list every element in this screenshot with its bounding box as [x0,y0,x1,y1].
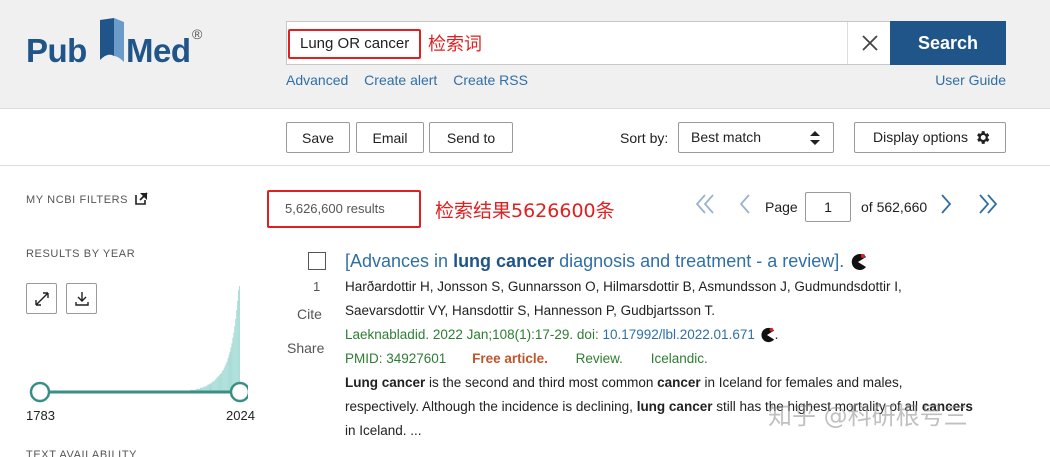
last-page-icon[interactable] [977,193,999,215]
year-start-handle[interactable] [29,381,51,403]
histogram-bar [228,354,230,392]
results-by-year-chart[interactable] [24,280,248,405]
histogram-bar [232,337,234,392]
histogram-bar [233,332,235,392]
first-page-icon[interactable] [694,193,716,215]
histogram-bar [219,375,220,392]
results-count-annotation: 检索结果5626600条 [435,200,615,222]
doi-link[interactable]: 10.17992/lbl.2022.01.671 [602,327,754,342]
histogram-bar [215,379,217,392]
article-language: Icelandic. [650,351,708,366]
search-term-annotation: 检索词 [428,34,482,55]
histogram-bar [218,376,220,392]
year-start-label: 1783 [26,408,55,423]
share-button[interactable]: Share [287,340,324,356]
display-options-button[interactable]: Display options [854,122,1006,153]
title-highlight: lung cancer [453,251,555,271]
result-select-checkbox[interactable] [308,252,326,270]
histogram-bar [221,370,223,392]
result-citation: Laeknabladid. 2022 Jan;108(1):17-29. doi… [345,327,779,343]
page-number-input[interactable]: 1 [805,192,851,222]
page-total: of 562,660 [861,199,928,215]
year-end-label: 2024 [226,408,255,423]
save-button[interactable]: Save [286,122,350,153]
histogram-bar [231,343,233,392]
create-alert-link[interactable]: Create alert [364,72,437,88]
histogram-bar [223,367,225,392]
histogram-bar [236,310,238,392]
histogram-bar [220,372,222,392]
histogram-bar [213,381,215,392]
sort-arrows-icon [810,131,820,145]
header: Pub Med ® Lung OR cancer 检索词 Search Adva… [0,0,1050,109]
free-article-badge: Free article. [472,351,548,366]
histogram-bar [212,381,214,392]
search-button[interactable]: Search [890,21,1006,65]
histogram-bar [227,358,229,392]
gear-icon [977,131,990,144]
result-number: 1 [313,279,321,294]
my-ncbi-filters-title[interactable]: MY NCBI FILTERS [26,194,128,206]
sort-value: Best match [691,129,762,145]
results-by-year-title: RESULTS BY YEAR [26,248,136,260]
histogram-bar [226,361,228,392]
pmid: PMID: 34927601 [345,351,447,366]
create-rss-link[interactable]: Create RSS [453,72,528,88]
logo-pub: Pub [26,32,87,69]
logo-bookmark-icon [100,18,124,62]
result-snippet-line-3: in Iceland. ... [345,423,422,438]
cite-button[interactable]: Cite [297,306,322,322]
histogram-bar [214,380,216,392]
results-count: 5,626,600 results [267,190,421,228]
page-label: Page [765,199,798,215]
histogram-bar [229,351,231,392]
pubmed-logo[interactable]: Pub Med ® [26,18,216,72]
histogram-bar [239,286,240,392]
result-authors-line-2: Saevarsdottir VY, Hansdottir S, Hannesso… [345,303,715,318]
histogram-bar [216,378,218,392]
histogram-bar [217,377,219,392]
user-guide-link[interactable]: User Guide [935,72,1006,88]
sort-select[interactable]: Best match [678,122,834,153]
result-title-link[interactable]: [Advances in lung cancer diagnosis and t… [345,251,867,272]
histogram-bar [222,369,224,392]
histogram-bar [235,318,237,392]
action-bar: Save Email Send to Sort by: Best match D… [0,109,1050,166]
advanced-link[interactable]: Advanced [286,72,348,88]
send-to-button[interactable]: Send to [429,122,513,153]
result-meta: PMID: 34927601 Free article. Review. Ice… [345,351,708,366]
result-authors-line-1: Harðardottir H, Jonsson S, Gunnarsson O,… [345,279,902,294]
histogram-bar [230,347,232,392]
external-link-icon[interactable] [135,192,148,205]
article-type: Review. [575,351,623,366]
histogram-bar [238,290,240,392]
year-end-handle[interactable] [229,381,248,403]
sort-label: Sort by: [620,130,669,146]
histogram-bar [234,326,236,392]
text-availability-title: TEXT AVAILABILITY [26,449,138,457]
display-options-label: Display options [873,129,968,145]
close-icon [861,35,878,51]
previous-page-icon[interactable] [737,193,753,215]
histogram-bar [224,365,226,392]
histogram-bar [225,363,227,392]
next-page-icon[interactable] [938,193,954,215]
logo-med: Med [126,32,191,69]
watermark: 知乎 @科研根号三 [768,402,968,430]
histogram-bar [220,373,221,392]
pacman-icon [852,254,867,271]
registered-mark: ® [192,26,203,42]
pacman-icon [761,328,774,343]
search-sub-links: Advanced Create alert Create RSS [286,72,540,88]
clear-search-button[interactable] [847,22,891,64]
result-snippet-line-1: Lung cancer is the second and third most… [345,375,903,390]
search-query[interactable]: Lung OR cancer [288,29,422,59]
email-button[interactable]: Email [356,122,424,153]
search-input[interactable]: Lung OR cancer 检索词 [286,21,890,65]
histogram-bar [237,300,239,392]
